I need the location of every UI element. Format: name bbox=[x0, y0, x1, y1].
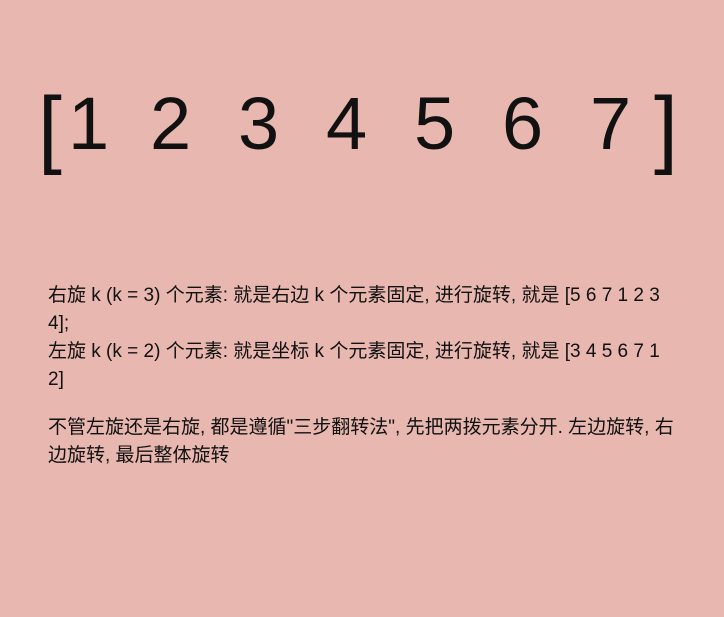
array-number: 1 bbox=[68, 82, 110, 165]
array-number: 2 bbox=[150, 82, 192, 165]
explanation-text: 右旋 k (k = 3) 个元素: 就是右边 k 个元素固定, 进行旋转, 就是… bbox=[48, 282, 676, 470]
left-rotation-line: 左旋 k (k = 2) 个元素: 就是坐标 k 个元素固定, 进行旋转, 就是… bbox=[48, 341, 660, 390]
right-rotation-line: 右旋 k (k = 3) 个元素: 就是右边 k 个元素固定, 进行旋转, 就是… bbox=[48, 285, 660, 334]
close-bracket: ] bbox=[654, 80, 678, 176]
three-step-reversal-note: 不管左旋还是右旋, 都是遵循"三步翻转法", 先把两拨元素分开. 左边旋转, 右… bbox=[48, 417, 674, 466]
rotation-definitions: 右旋 k (k = 3) 个元素: 就是右边 k 个元素固定, 进行旋转, 就是… bbox=[48, 282, 676, 394]
array-number: 4 bbox=[326, 82, 368, 165]
array-number: 5 bbox=[414, 82, 456, 165]
open-bracket: [ bbox=[38, 80, 62, 176]
array-number: 3 bbox=[238, 82, 280, 165]
array-number: 6 bbox=[502, 82, 544, 165]
array-number: 7 bbox=[590, 82, 632, 165]
